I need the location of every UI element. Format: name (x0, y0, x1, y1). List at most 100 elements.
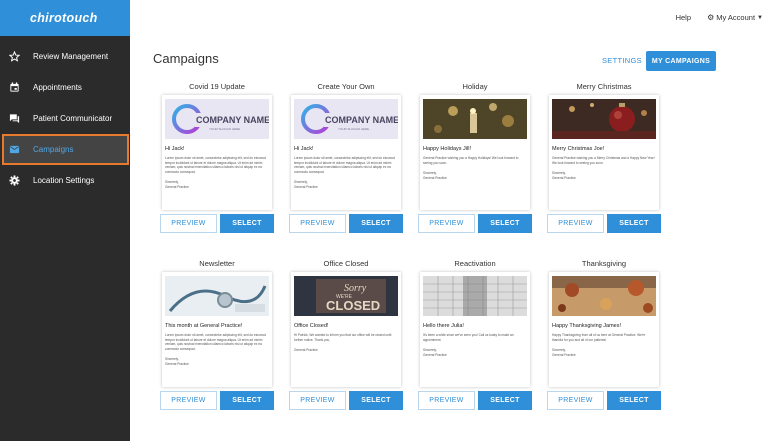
preview-button[interactable]: PREVIEW (547, 391, 604, 410)
campaign-body-text: Lorem ipsum dolor sit amet, consectetur … (294, 156, 395, 174)
select-button[interactable]: SELECT (220, 391, 274, 410)
sidebar-item-appointments[interactable]: Appointments (0, 72, 130, 103)
sidebar-item-label: Location Settings (33, 176, 95, 185)
campaign-card: Merry Christmas Merry Christmas Joe! Gen… (547, 82, 661, 233)
campaign-card-actions: PREVIEW SELECT (160, 391, 274, 410)
campaign-greeting: Hi Jack! (165, 146, 185, 152)
campaign-card-actions: PREVIEW SELECT (418, 391, 532, 410)
campaign-preview-box: Happy Thanksgiving James! Happy Thanksgi… (549, 272, 659, 387)
campaign-card: Reactivation Hello there Julia! It's bee… (418, 259, 532, 410)
campaign-card: Thanksgiving Happy Thanksgiving James! H… (547, 259, 661, 410)
gear-icon: ⚙ (707, 13, 715, 22)
svg-text:Sorry: Sorry (344, 283, 367, 294)
gear-icon (8, 175, 20, 187)
signature-name: General Practice (552, 352, 576, 357)
campaign-preview-box: Sorry WE'RE CLOSED Office Closed! Hi Patri… (291, 272, 401, 387)
preview-button[interactable]: PREVIEW (547, 214, 604, 233)
signature-name: General Practice (294, 348, 318, 352)
campaign-thumbnail-image (423, 276, 527, 316)
campaign-card-actions: PREVIEW SELECT (547, 214, 661, 233)
campaign-card: Office Closed Sorry WE'RE CLOSED Office Cl… (289, 259, 403, 410)
campaign-greeting: Hi Jack! (294, 146, 314, 152)
campaign-card-title: Reactivation (454, 259, 496, 268)
account-menu[interactable]: ⚙ My Account ▼ (707, 13, 763, 22)
campaign-signature: General Practice (294, 348, 398, 353)
sidebar: chirotouch Review Management Appointment… (0, 0, 130, 441)
sidebar-item-review-management[interactable]: Review Management (0, 41, 130, 72)
select-button[interactable]: SELECT (349, 391, 403, 410)
settings-link[interactable]: SETTINGS (602, 56, 642, 65)
sidebar-item-campaigns[interactable]: Campaigns (2, 134, 129, 165)
campaign-card-title: Newsletter (199, 259, 235, 268)
sidebar-item-patient-communicator[interactable]: Patient Communicator (0, 103, 130, 134)
preview-button[interactable]: PREVIEW (160, 391, 217, 410)
campaign-body-text: General Practice wishing you a Merry Chr… (552, 156, 655, 165)
campaign-card: Holiday Happy Holidays Jill! General Pra… (418, 82, 532, 233)
page-title: Campaigns (153, 51, 219, 66)
campaign-signature: Sincerely, General Practice (552, 171, 656, 180)
svg-text:COMPANY NAME: COMPANY NAME (196, 115, 269, 125)
signature-name: General Practice (423, 175, 447, 180)
campaign-body-text: Happy Thanksgiving from all of us here a… (552, 333, 646, 342)
campaign-body-text: Lorem ipsum dolor sit amet, consectetur … (165, 156, 266, 174)
campaign-signature: Sincerely, General Practice (294, 180, 398, 189)
help-link[interactable]: Help (676, 13, 691, 22)
select-button[interactable]: SELECT (607, 214, 661, 233)
campaign-signature: Sincerely, General Practice (165, 357, 269, 366)
campaign-card-title: Create Your Own (317, 82, 375, 91)
signature-name: General Practice (165, 184, 189, 189)
campaign-card-actions: PREVIEW SELECT (418, 214, 532, 233)
sidebar-item-label: Appointments (33, 83, 82, 92)
campaign-greeting: Office Closed! (294, 323, 329, 329)
preview-button[interactable]: PREVIEW (289, 391, 346, 410)
campaign-card-actions: PREVIEW SELECT (289, 214, 403, 233)
signature-name: General Practice (294, 184, 318, 189)
topbar: Help ⚙ My Account ▼ (130, 0, 768, 36)
select-button[interactable]: SELECT (478, 214, 532, 233)
preview-button[interactable]: PREVIEW (160, 214, 217, 233)
select-button[interactable]: SELECT (220, 214, 274, 233)
campaign-preview-box: Merry Christmas Joe! General Practice wi… (549, 95, 659, 210)
chirotouch-logo[interactable]: chirotouch (30, 11, 98, 25)
campaign-preview-box: This month at General Practice! Lorem ip… (162, 272, 272, 387)
svg-text:YOUR SLOGAN HERE: YOUR SLOGAN HERE (338, 127, 369, 131)
signature-name: General Practice (165, 361, 189, 366)
campaign-greeting: This month at General Practice! (165, 323, 243, 329)
campaign-thumbnail-image (165, 276, 269, 316)
campaign-thumbnail-image: COMPANY NAME YOUR SLOGAN HERE (294, 99, 398, 139)
campaign-card-actions: PREVIEW SELECT (289, 391, 403, 410)
campaign-card: Create Your Own COMPANY NAME YOUR SLOGAN … (289, 82, 403, 233)
account-label: My Account (716, 13, 756, 22)
svg-text:COMPANY NAME: COMPANY NAME (325, 115, 398, 125)
select-button[interactable]: SELECT (607, 391, 661, 410)
campaign-signature: Sincerely, General Practice (552, 348, 656, 357)
signature-name: General Practice (423, 352, 447, 357)
campaign-signature: Sincerely, General Practice (165, 180, 269, 189)
campaign-card-title: Office Closed (323, 259, 369, 268)
preview-button[interactable]: PREVIEW (289, 214, 346, 233)
campaign-card-title: Holiday (462, 82, 488, 91)
sidebar-nav: Review Management Appointments Patient C… (0, 41, 130, 196)
campaign-card-actions: PREVIEW SELECT (160, 214, 274, 233)
campaign-body-text: Lorem ipsum dolor sit amet, consectetur … (165, 333, 266, 351)
campaign-thumbnail-image (552, 99, 656, 139)
select-button[interactable]: SELECT (478, 391, 532, 410)
campaign-greeting: Happy Thanksgiving James! (552, 323, 621, 329)
mail-icon (8, 144, 20, 156)
campaign-preview-box: Happy Holidays Jill! General Practice wi… (420, 95, 530, 210)
my-campaigns-button[interactable]: MY CAMPAIGNS (646, 51, 716, 71)
star-icon (8, 51, 20, 63)
campaign-thumbnail-image: Sorry WE'RE CLOSED (294, 276, 398, 316)
sidebar-item-location-settings[interactable]: Location Settings (0, 165, 130, 196)
preview-button[interactable]: PREVIEW (418, 214, 475, 233)
campaign-signature: Sincerely, General Practice (423, 348, 527, 357)
preview-button[interactable]: PREVIEW (418, 391, 475, 410)
sidebar-item-label: Review Management (33, 52, 109, 61)
campaign-preview-box: COMPANY NAME YOUR SLOGAN HERE Hi Jack! Lo… (162, 95, 272, 210)
select-button[interactable]: SELECT (349, 214, 403, 233)
calendar-icon (8, 82, 20, 94)
campaign-greeting: Happy Holidays Jill! (423, 146, 471, 152)
chat-icon (8, 113, 20, 125)
campaign-card-title: Thanksgiving (581, 259, 627, 268)
campaign-preview-box: Hello there Julia! It's been a while sin… (420, 272, 530, 387)
